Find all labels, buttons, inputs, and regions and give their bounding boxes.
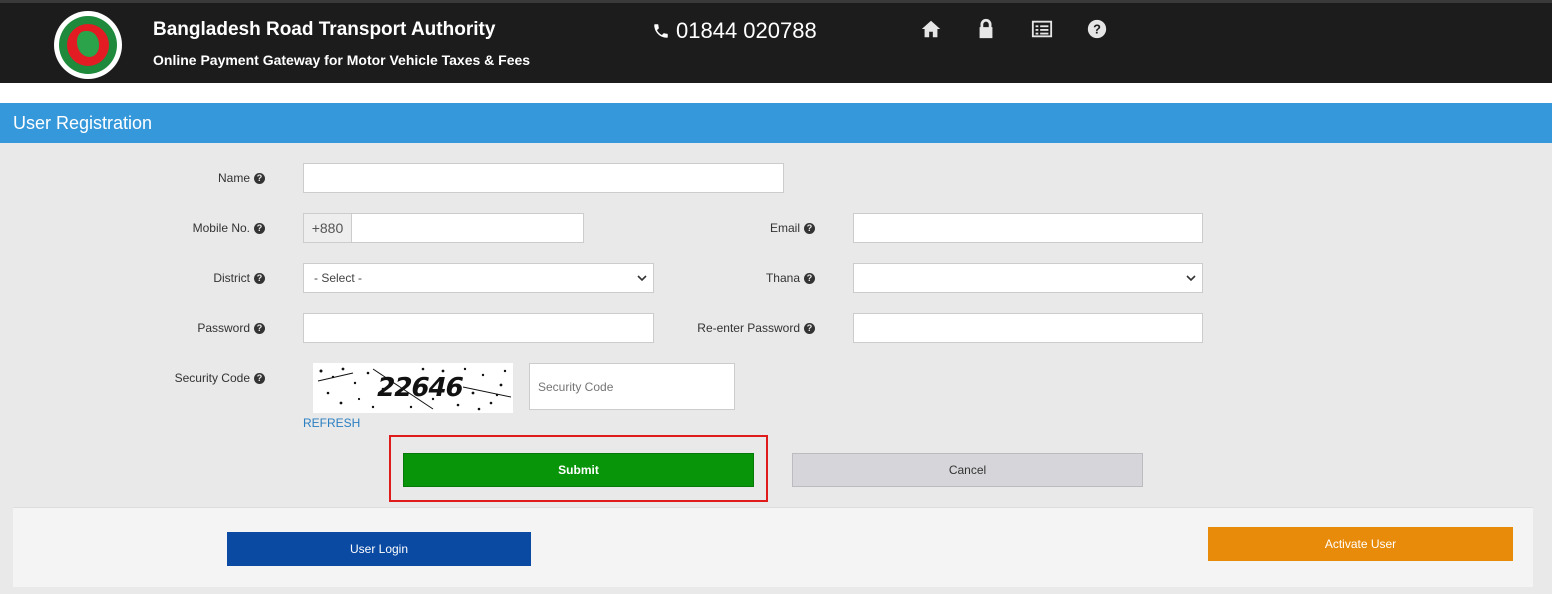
country-code-addon: +880 — [303, 213, 351, 243]
mobile-label: Mobile No.? — [5, 213, 265, 243]
mobile-input[interactable] — [351, 213, 584, 243]
help-icon: ? — [804, 322, 815, 334]
district-selected-value: - Select - — [314, 271, 363, 285]
brta-logo — [54, 11, 122, 79]
user-login-button[interactable]: User Login — [227, 532, 531, 566]
help-icon: ? — [254, 172, 265, 184]
captcha-image: 22646 — [313, 363, 513, 413]
svg-text:?: ? — [1093, 22, 1101, 37]
email-label: Email? — [555, 213, 815, 243]
password-label-text: Password — [197, 321, 250, 335]
page-title: User Registration — [13, 113, 153, 133]
phone-number: 01844 020788 — [676, 18, 817, 43]
password-label: Password? — [5, 313, 265, 343]
phone-icon — [654, 24, 668, 38]
chevron-down-icon — [1186, 275, 1196, 282]
panel-heading: User Registration — [0, 103, 1552, 143]
email-input[interactable] — [853, 213, 1203, 243]
helpline-phone: 01844 020788 — [652, 18, 817, 44]
repassword-label: Re-enter Password? — [555, 313, 815, 343]
captcha-text: 22646 — [373, 373, 466, 403]
submit-button[interactable]: Submit — [403, 453, 754, 487]
repassword-label-text: Re-enter Password — [697, 321, 800, 335]
captcha-refresh-link[interactable]: REFRESH — [303, 416, 360, 430]
help-icon[interactable]: ? — [1075, 11, 1119, 47]
security-code-input[interactable] — [529, 363, 735, 410]
district-label: District? — [5, 263, 265, 293]
help-icon: ? — [254, 322, 265, 334]
lock-icon[interactable] — [964, 11, 1008, 47]
site-title: Bangladesh Road Transport Authority — [153, 19, 496, 40]
name-label-text: Name — [217, 171, 250, 185]
district-label-text: District — [213, 271, 250, 285]
security-code-label: Security Code? — [5, 363, 265, 393]
name-label: Name? — [5, 163, 265, 193]
help-icon: ? — [804, 222, 815, 234]
security-label-text: Security Code — [174, 371, 250, 385]
thana-label-text: Thana — [765, 271, 800, 285]
help-icon: ? — [254, 372, 265, 384]
home-icon[interactable] — [909, 11, 953, 47]
name-input[interactable] — [303, 163, 784, 193]
email-label-text: Email — [769, 221, 800, 235]
help-icon: ? — [254, 222, 265, 234]
list-icon[interactable] — [1020, 11, 1064, 47]
site-subtitle: Online Payment Gateway for Motor Vehicle… — [153, 52, 531, 68]
mobile-label-text: Mobile No. — [192, 221, 250, 235]
top-header: Bangladesh Road Transport Authority Onli… — [0, 0, 1552, 83]
activate-user-button[interactable]: Activate User — [1208, 527, 1513, 561]
help-icon: ? — [804, 272, 815, 284]
repassword-input[interactable] — [853, 313, 1203, 343]
cancel-button[interactable]: Cancel — [792, 453, 1143, 487]
thana-label: Thana? — [555, 263, 815, 293]
thana-select[interactable] — [853, 263, 1203, 293]
help-icon: ? — [254, 272, 265, 284]
